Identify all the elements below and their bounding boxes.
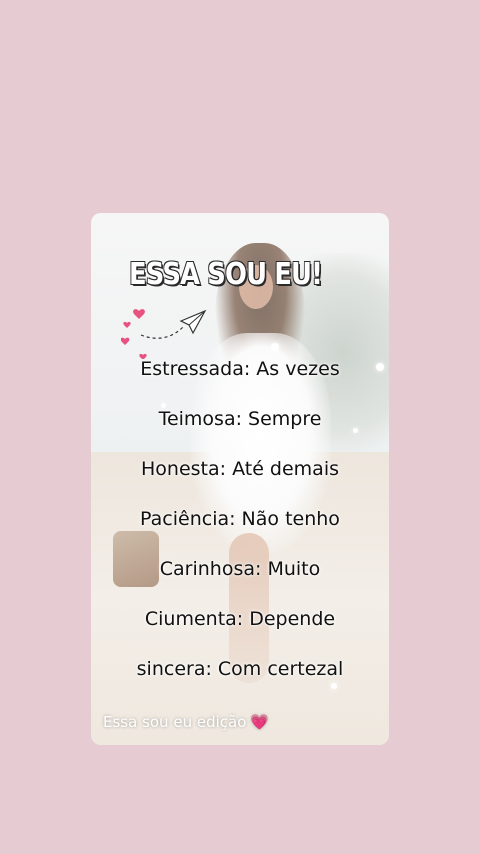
trait-line: Estressada: As vezes [140,358,340,380]
trait-line: Ciumenta: Depende [144,608,336,630]
hearts-and-plane-decoration [121,309,207,359]
heart-icon [121,337,130,345]
footer-text: Essa sou eu edição [103,713,247,731]
heart-icon [133,309,145,319]
heart-icon [123,321,131,328]
trait-line: Honesta: Até demais [141,458,339,480]
headline-title: ESSA SOU EU! [129,257,323,292]
paper-plane-icon [179,309,207,335]
heart-icon: 💗 [250,713,270,731]
trait-line: Carinhosa: Muito [159,558,321,580]
sparkle [331,683,337,689]
trait-line: Teimosa: Sempre [158,408,322,430]
watermark-footer: Essa sou eu edição 💗 [103,713,269,731]
sparkle [271,343,279,351]
story-page: ESSA SOU EU! Estressada: As vezes Teimos [0,0,480,854]
trait-line: sincera: Com certezal [136,658,344,680]
photo-card: ESSA SOU EU! Estressada: As vezes Teimos [91,213,389,745]
trait-line: Paciência: Não tenho [140,508,340,530]
